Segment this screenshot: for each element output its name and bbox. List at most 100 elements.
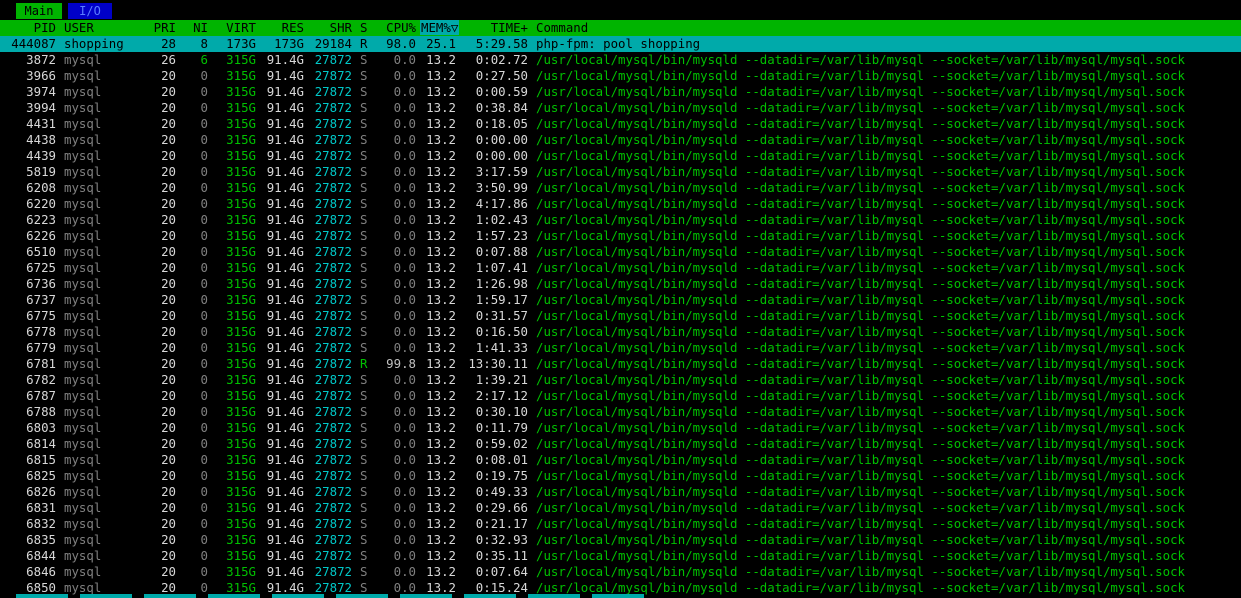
table-row[interactable]: 4431 mysql 20 0 315G 91.4G 27872 S 0.0 13.2 0:18.0… (0, 116, 1241, 132)
table-row[interactable]: 6787 mysql 20 0 315G 91.4G 27872 S 0.0 13.2 2:17.1… (0, 388, 1241, 404)
process-priority: 20 (161, 180, 176, 195)
table-row[interactable]: 3974 mysql 20 0 315G 91.4G 27872 S 0.0 13.2 0:00.5… (0, 84, 1241, 100)
process-pid: 4431 (26, 116, 56, 131)
process-res: 91.4G (266, 244, 304, 259)
table-row[interactable]: 6831 mysql 20 0 315G 91.4G 27872 S 0.0 13.2 0:29.6… (0, 500, 1241, 516)
process-cpu: 0.0 (393, 484, 416, 499)
column-header-pid[interactable]: PID (0, 20, 56, 36)
table-row[interactable]: 6803 mysql 20 0 315G 91.4G 27872 S 0.0 13.2 0:11.7… (0, 420, 1241, 436)
column-header-cpu[interactable]: CPU% (376, 20, 416, 36)
process-cpu: 0.0 (393, 548, 416, 563)
process-priority: 20 (161, 484, 176, 499)
column-header-state[interactable]: S (360, 20, 372, 36)
process-virt: 315G (226, 116, 256, 131)
process-state: S (360, 340, 368, 355)
process-pid: 5819 (26, 164, 56, 179)
fkey-segment[interactable] (80, 594, 132, 598)
table-row[interactable]: 4438 mysql 20 0 315G 91.4G 27872 S 0.0 13.2 0:00.0… (0, 132, 1241, 148)
table-row[interactable]: 6835 mysql 20 0 315G 91.4G 27872 S 0.0 13.2 0:32.9… (0, 532, 1241, 548)
table-row[interactable]: 5819 mysql 20 0 315G 91.4G 27872 S 0.0 13.2 3:17.5… (0, 164, 1241, 180)
process-command: /usr/local/mysql/bin/mysqld --datadir=/v… (536, 500, 1186, 515)
process-shr: 27872 (314, 356, 352, 371)
table-row[interactable]: 6826 mysql 20 0 315G 91.4G 27872 S 0.0 13.2 0:49.3… (0, 484, 1241, 500)
column-header-command[interactable]: Command (536, 20, 1241, 36)
process-state: S (360, 148, 368, 163)
process-state: S (360, 532, 368, 547)
table-row[interactable]: 6778 mysql 20 0 315G 91.4G 27872 S 0.0 13.2 0:16.5… (0, 324, 1241, 340)
table-row[interactable]: 6737 mysql 20 0 315G 91.4G 27872 S 0.0 13.2 1:59.1… (0, 292, 1241, 308)
process-cpu: 0.0 (393, 388, 416, 403)
table-row[interactable]: 6781 mysql 20 0 315G 91.4G 27872 R 99.8 13.2 13:30… (0, 356, 1241, 372)
table-row[interactable]: 6782 mysql 20 0 315G 91.4G 27872 S 0.0 13.2 1:39.2… (0, 372, 1241, 388)
fkey-segment[interactable] (272, 594, 324, 598)
fkey-segment[interactable] (592, 594, 644, 598)
fkey-segment[interactable] (336, 594, 388, 598)
fkey-segment[interactable] (16, 594, 68, 598)
process-shr: 27872 (314, 308, 352, 323)
column-header-pri[interactable]: PRI (140, 20, 176, 36)
table-row[interactable]: 3872 mysql 26 6 315G 91.4G 27872 S 0.0 13.2 0:02.7… (0, 52, 1241, 68)
process-command: /usr/local/mysql/bin/mysqld --datadir=/v… (536, 292, 1186, 307)
column-header-row: PID USER PRI NI VIRT RES SHR S CPU% MEM%… (0, 20, 1241, 36)
table-row[interactable]: 6825 mysql 20 0 315G 91.4G 27872 S 0.0 13.2 0:19.7… (0, 468, 1241, 484)
process-time: 1:26.98 (475, 276, 528, 291)
process-virt: 315G (226, 196, 256, 211)
tab-io[interactable]: I/O (68, 3, 112, 19)
table-row[interactable]: 6725 mysql 20 0 315G 91.4G 27872 S 0.0 13.2 1:07.4… (0, 260, 1241, 276)
column-header-mem[interactable]: MEM%▽ (420, 20, 460, 36)
process-priority: 20 (161, 212, 176, 227)
process-pid: 6736 (26, 276, 56, 291)
process-nice: 0 (200, 356, 208, 371)
process-cpu: 0.0 (393, 180, 416, 195)
table-row-selected[interactable]: 444087 shopping 28 8 173G 173G 29184 R 98.0 25.1 5… (0, 36, 1241, 52)
column-header-ni[interactable]: NI (180, 20, 208, 36)
process-virt: 315G (226, 372, 256, 387)
table-row[interactable]: 6779 mysql 20 0 315G 91.4G 27872 S 0.0 13.2 1:41.3… (0, 340, 1241, 356)
table-row[interactable]: 6736 mysql 20 0 315G 91.4G 27872 S 0.0 13.2 1:26.9… (0, 276, 1241, 292)
process-res: 91.4G (266, 180, 304, 195)
table-row[interactable]: 3966 mysql 20 0 315G 91.4G 27872 S 0.0 13.2 0:27.5… (0, 68, 1241, 84)
process-shr: 27872 (314, 516, 352, 531)
table-row[interactable]: 6846 mysql 20 0 315G 91.4G 27872 S 0.0 13.2 0:07.6… (0, 564, 1241, 580)
process-command: /usr/local/mysql/bin/mysqld --datadir=/v… (536, 468, 1186, 483)
process-pid: 6815 (26, 452, 56, 467)
table-row[interactable]: 6226 mysql 20 0 315G 91.4G 27872 S 0.0 13.2 1:57.2… (0, 228, 1241, 244)
process-res: 91.4G (266, 388, 304, 403)
process-pid: 6803 (26, 420, 56, 435)
process-mem: 13.2 (426, 452, 456, 467)
fkey-segment[interactable] (528, 594, 580, 598)
process-cpu: 0.0 (393, 276, 416, 291)
table-row[interactable]: 6815 mysql 20 0 315G 91.4G 27872 S 0.0 13.2 0:08.0… (0, 452, 1241, 468)
table-row[interactable]: 6208 mysql 20 0 315G 91.4G 27872 S 0.0 13.2 3:50.9… (0, 180, 1241, 196)
fkey-segment[interactable] (208, 594, 260, 598)
table-row[interactable]: 6814 mysql 20 0 315G 91.4G 27872 S 0.0 13.2 0:59.0… (0, 436, 1241, 452)
table-row[interactable]: 6223 mysql 20 0 315G 91.4G 27872 S 0.0 13.2 1:02.4… (0, 212, 1241, 228)
table-row[interactable]: 3994 mysql 20 0 315G 91.4G 27872 S 0.0 13.2 0:38.8… (0, 100, 1241, 116)
process-time: 4:17.86 (475, 196, 528, 211)
table-row[interactable]: 4439 mysql 20 0 315G 91.4G 27872 S 0.0 13.2 0:00.0… (0, 148, 1241, 164)
process-priority: 20 (161, 260, 176, 275)
process-command: /usr/local/mysql/bin/mysqld --datadir=/v… (536, 212, 1186, 227)
fkey-segment[interactable] (464, 594, 516, 598)
process-priority: 20 (161, 84, 176, 99)
process-list[interactable]: 444087 shopping 28 8 173G 173G 29184 R 98.0 25.1 5… (0, 36, 1241, 596)
fkey-segment[interactable] (400, 594, 452, 598)
table-row[interactable]: 6788 mysql 20 0 315G 91.4G 27872 S 0.0 13.2 0:30.1… (0, 404, 1241, 420)
process-cpu: 0.0 (393, 516, 416, 531)
fkey-segment[interactable] (144, 594, 196, 598)
process-virt: 315G (226, 452, 256, 467)
column-header-shr[interactable]: SHR (304, 20, 352, 36)
column-header-res[interactable]: RES (260, 20, 304, 36)
column-header-virt[interactable]: VIRT (216, 20, 256, 36)
table-row[interactable]: 6832 mysql 20 0 315G 91.4G 27872 S 0.0 13.2 0:21.1… (0, 516, 1241, 532)
tab-main[interactable]: Main (16, 3, 62, 19)
table-row[interactable]: 6844 mysql 20 0 315G 91.4G 27872 S 0.0 13.2 0:35.1… (0, 548, 1241, 564)
table-row[interactable]: 6510 mysql 20 0 315G 91.4G 27872 S 0.0 13.2 0:07.8… (0, 244, 1241, 260)
table-row[interactable]: 6220 mysql 20 0 315G 91.4G 27872 S 0.0 13.2 4:17.8… (0, 196, 1241, 212)
process-shr: 27872 (314, 532, 352, 547)
column-header-time[interactable]: TIME+ (456, 20, 528, 36)
process-virt: 315G (226, 260, 256, 275)
table-row[interactable]: 6775 mysql 20 0 315G 91.4G 27872 S 0.0 13.2 0:31.5… (0, 308, 1241, 324)
process-res: 91.4G (266, 116, 304, 131)
tab-bar: Main I/O (0, 0, 1241, 20)
